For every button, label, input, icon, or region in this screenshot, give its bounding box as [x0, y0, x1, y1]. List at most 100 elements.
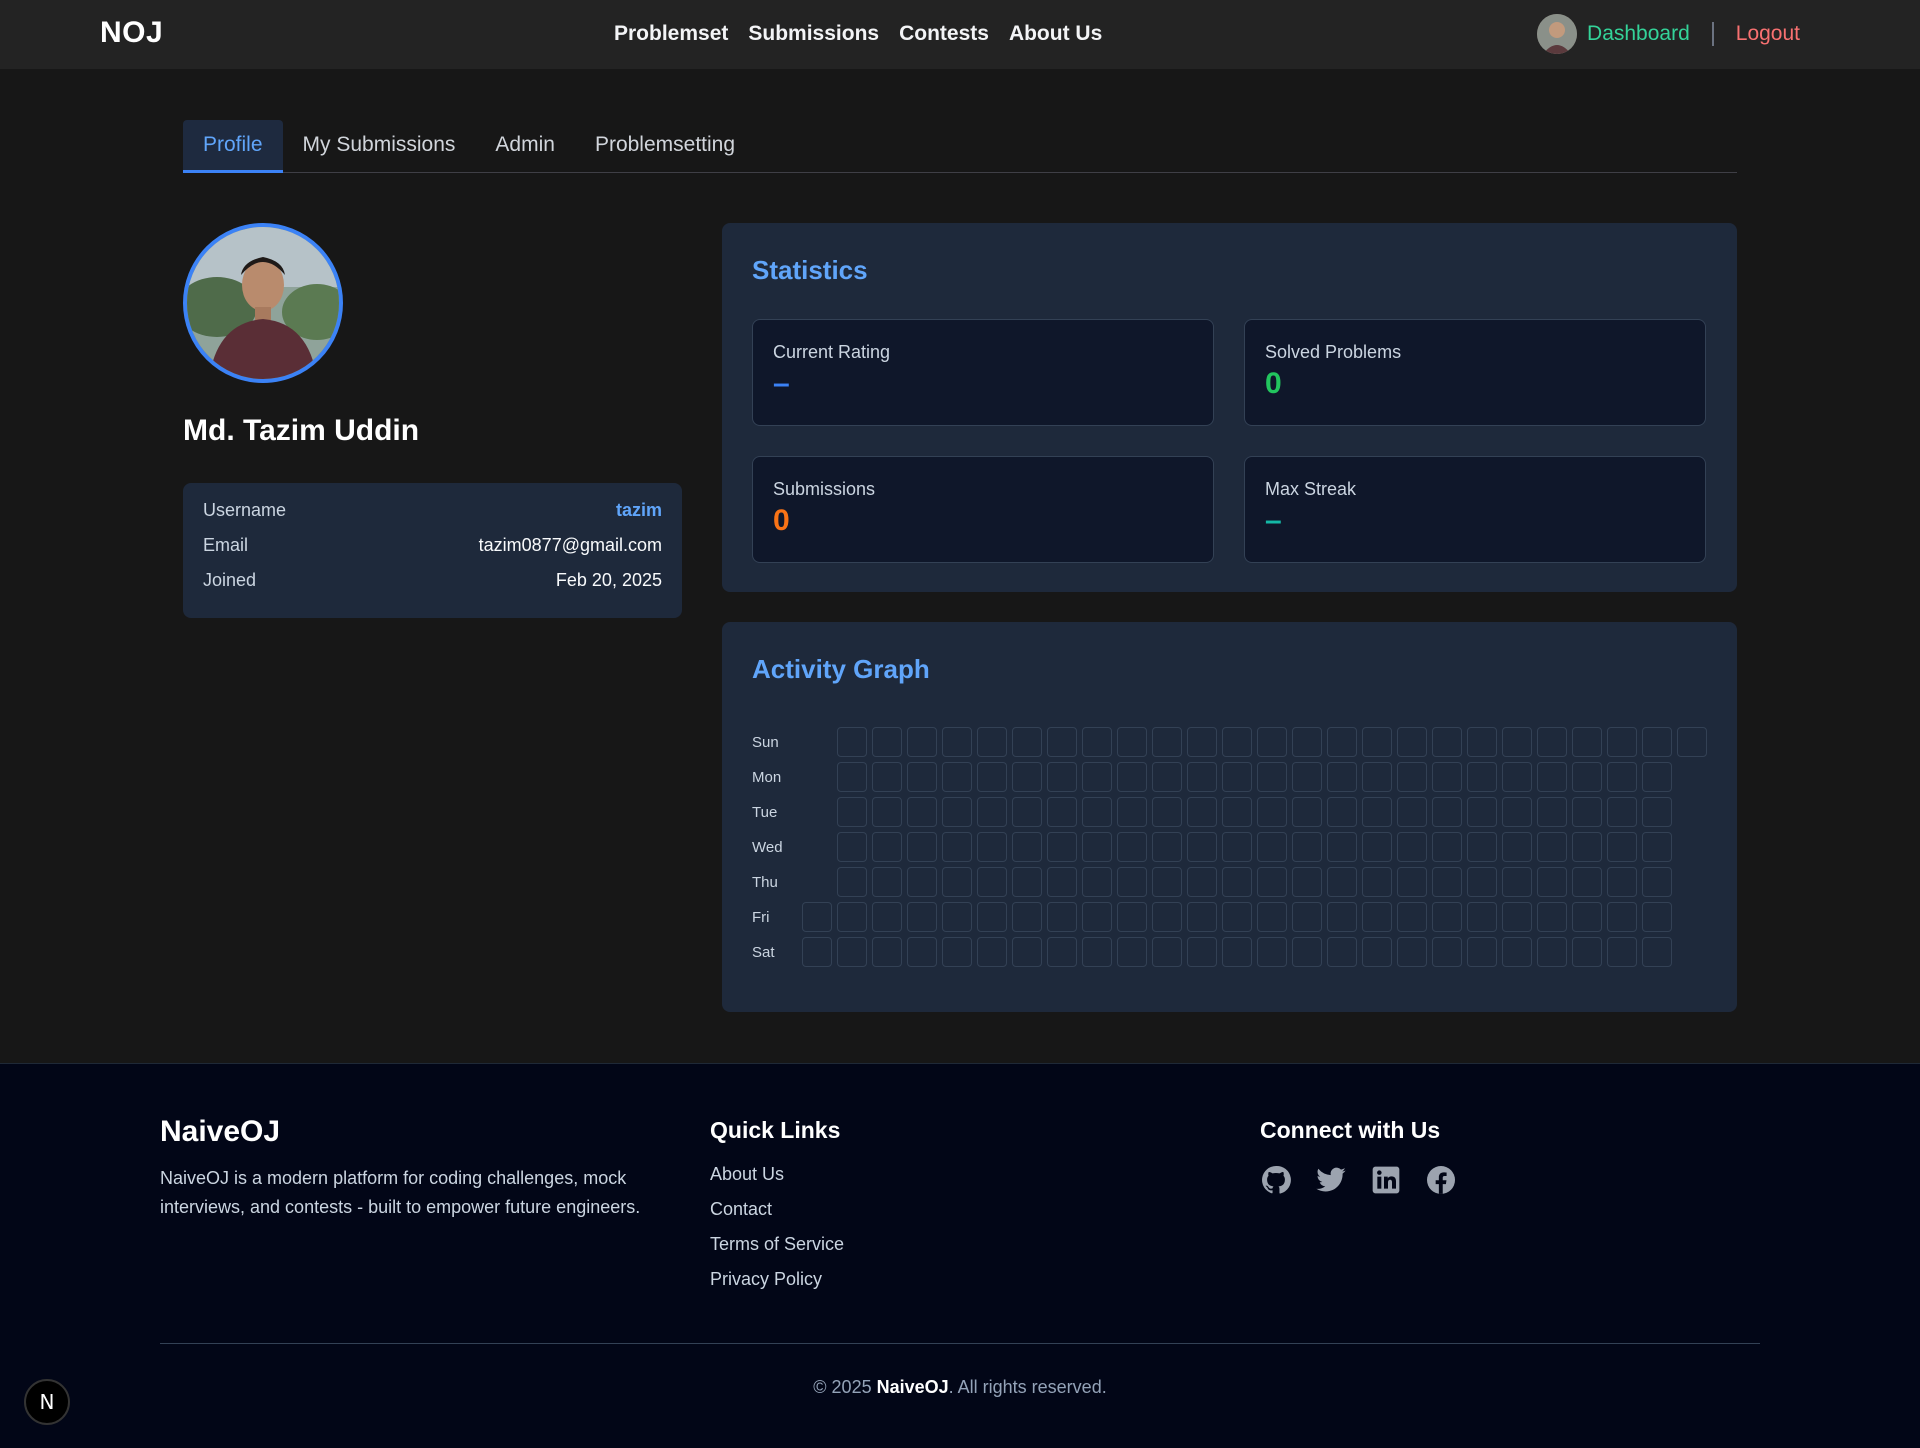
avatar[interactable]: [1537, 14, 1578, 54]
activity-cell: [1152, 902, 1182, 932]
footer-link-contact[interactable]: Contact: [710, 1199, 844, 1234]
quick-links-heading: Quick Links: [710, 1117, 841, 1143]
activity-cell: [1082, 832, 1112, 862]
activity-cell: [802, 902, 832, 932]
connect-heading: Connect with Us: [1260, 1117, 1441, 1143]
activity-cell: [1187, 937, 1217, 967]
activity-cell: [1257, 902, 1287, 932]
activity-cell: [837, 797, 867, 827]
activity-cell: [942, 902, 972, 932]
activity-cell: [1607, 832, 1637, 862]
activity-cell: [1292, 762, 1322, 792]
activity-cell: [1047, 902, 1077, 932]
stat-card-max-streak: Max Streak –: [1244, 456, 1706, 563]
activity-cell: [977, 727, 1007, 757]
linkedin-icon[interactable]: [1370, 1164, 1402, 1196]
activity-cell: [837, 867, 867, 897]
activity-cell: [1222, 937, 1252, 967]
activity-cell: [1467, 937, 1497, 967]
nav-about-link[interactable]: About Us: [1009, 22, 1102, 46]
dashboard-link[interactable]: Dashboard: [1587, 22, 1690, 46]
logout-link[interactable]: Logout: [1736, 22, 1800, 46]
activity-cell: [1397, 797, 1427, 827]
activity-cell: [1397, 832, 1427, 862]
activity-cell: [872, 762, 902, 792]
activity-cell: [1152, 727, 1182, 757]
joined-value: Feb 20, 2025: [555, 570, 662, 590]
day-label-tue: Tue: [752, 804, 778, 821]
activity-cell: [1607, 797, 1637, 827]
facebook-icon[interactable]: [1425, 1164, 1457, 1196]
activity-cell: [1292, 797, 1322, 827]
activity-cell: [1047, 867, 1077, 897]
activity-cell: [837, 727, 867, 757]
footer-link-privacy[interactable]: Privacy Policy: [710, 1269, 844, 1304]
activity-cell: [1432, 867, 1462, 897]
activity-cell: [1152, 762, 1182, 792]
activity-cell: [1572, 727, 1602, 757]
github-icon[interactable]: [1260, 1164, 1292, 1196]
activity-cell: [1082, 902, 1112, 932]
activity-cell: [1047, 832, 1077, 862]
activity-cell: [1502, 762, 1532, 792]
activity-cell: [1292, 867, 1322, 897]
statistics-panel: Statistics Current Rating – Solved Probl…: [722, 223, 1737, 592]
activity-cell: [872, 727, 902, 757]
info-label: Email: [203, 535, 249, 555]
footer-link-about[interactable]: About Us: [710, 1164, 844, 1199]
activity-cell: [1607, 727, 1637, 757]
info-label: Joined: [203, 570, 257, 590]
tab-my-submissions[interactable]: My Submissions: [283, 120, 476, 173]
activity-cell: [942, 797, 972, 827]
activity-cell: [1362, 937, 1392, 967]
activity-cell: [907, 832, 937, 862]
nav-submissions-link[interactable]: Submissions: [748, 22, 879, 46]
activity-cell: [1397, 902, 1427, 932]
activity-cell: [907, 762, 937, 792]
activity-cell: [1397, 867, 1427, 897]
nav-contests-link[interactable]: Contests: [899, 22, 989, 46]
brand-logo[interactable]: NOJ: [100, 16, 163, 50]
activity-cell: [907, 867, 937, 897]
activity-cell: [1257, 867, 1287, 897]
activity-cell: [872, 902, 902, 932]
next-dev-badge[interactable]: N: [24, 1379, 70, 1425]
activity-cell: [942, 867, 972, 897]
activity-cell: [1432, 727, 1462, 757]
activity-cell: [1642, 937, 1672, 967]
footer-description: NaiveOJ is a modern platform for coding …: [160, 1168, 641, 1217]
social-links: [1260, 1164, 1457, 1196]
activity-cell: [1467, 762, 1497, 792]
activity-cell: [1642, 797, 1672, 827]
tab-admin[interactable]: Admin: [475, 120, 575, 173]
activity-cell: [1502, 902, 1532, 932]
activity-cell: [1012, 797, 1042, 827]
activity-cell: [1572, 762, 1602, 792]
copyright-suffix: . All rights reserved.: [948, 1377, 1107, 1397]
activity-cell: [1362, 727, 1392, 757]
activity-cell: [1187, 727, 1217, 757]
activity-cell: [1292, 727, 1322, 757]
activity-cell: [1607, 937, 1637, 967]
activity-cell: [1082, 762, 1112, 792]
tab-profile[interactable]: Profile: [183, 120, 283, 173]
activity-cell: [1327, 867, 1357, 897]
activity-cell: [1362, 902, 1392, 932]
footer-link-terms[interactable]: Terms of Service: [710, 1234, 844, 1269]
activity-cell: [1292, 937, 1322, 967]
activity-cell: [1012, 727, 1042, 757]
activity-cell: [1082, 797, 1112, 827]
profile-info-card: Username tazim Email tazim0877@gmail.com…: [183, 483, 682, 618]
activity-cell: [1222, 867, 1252, 897]
day-label-sun: Sun: [752, 734, 779, 751]
activity-cell: [1572, 797, 1602, 827]
tab-problemsetting[interactable]: Problemsetting: [575, 120, 755, 173]
stat-value: –: [773, 367, 790, 400]
activity-cell: [1257, 727, 1287, 757]
twitter-icon[interactable]: [1315, 1164, 1347, 1196]
activity-cell: [837, 832, 867, 862]
nav-problemset-link[interactable]: Problemset: [614, 22, 728, 46]
info-row-joined: Joined Feb 20, 2025: [203, 570, 662, 605]
activity-cell: [1537, 902, 1567, 932]
activity-cell: [1187, 867, 1217, 897]
